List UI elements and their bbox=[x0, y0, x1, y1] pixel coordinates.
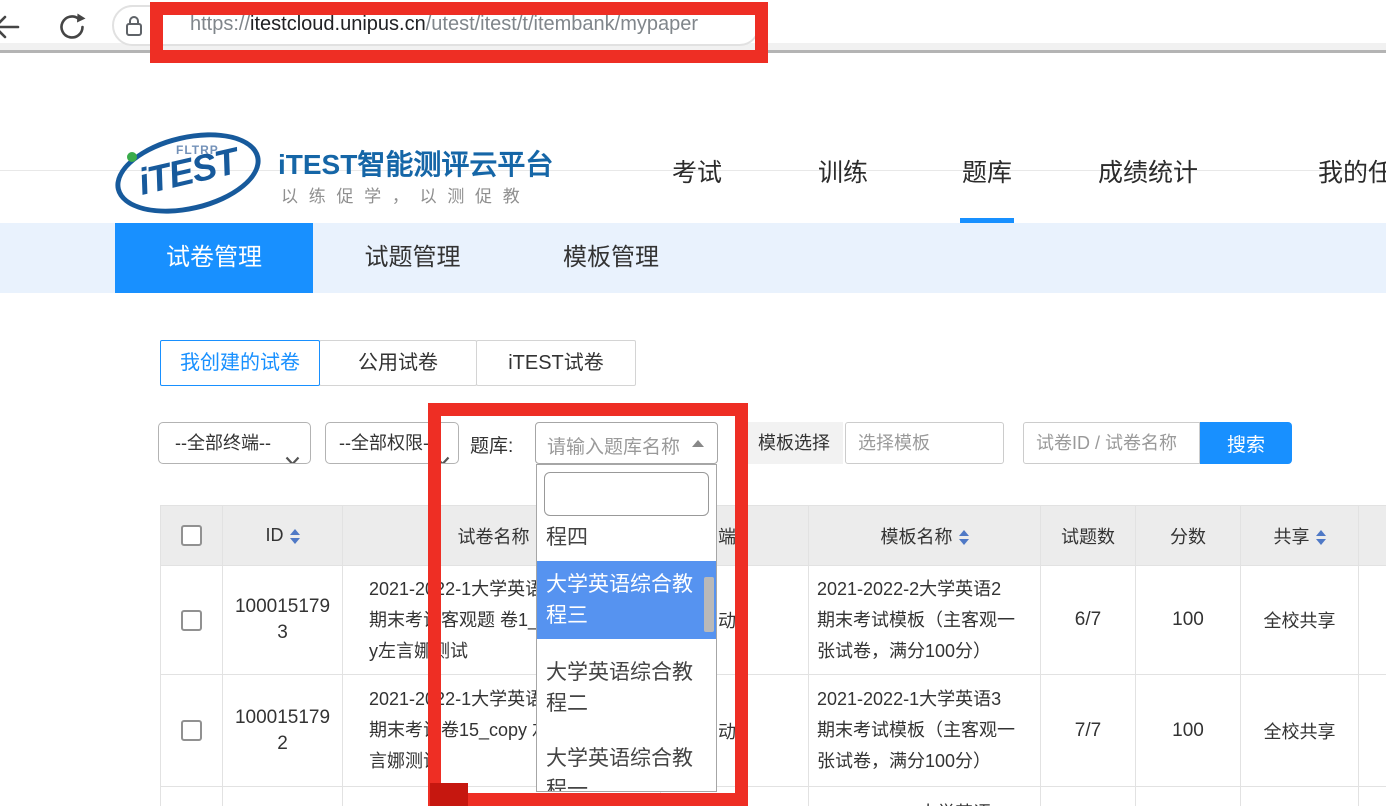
row-checkbox[interactable] bbox=[181, 720, 202, 741]
sort-icon[interactable] bbox=[290, 529, 300, 544]
table-row: 2021-2022-2大学英语 2021-2022-2大学英语2 bbox=[161, 787, 1386, 806]
template-filter-label: 模板选择 bbox=[745, 422, 843, 464]
paper-share: 全校共享 bbox=[1241, 675, 1359, 787]
logo-text: iTEST bbox=[113, 125, 262, 218]
header-select-all bbox=[161, 506, 223, 566]
tab-question-management[interactable]: 试题管理 bbox=[313, 223, 512, 293]
paper-template: 2021-2022-2大学英语2 bbox=[809, 787, 1041, 806]
paper-template: 2021-2022-1大学英语3 期末考试模板（主客观一 张试卷，满分100分） bbox=[809, 675, 1041, 787]
header-extra bbox=[1359, 506, 1386, 566]
paper-search-input[interactable] bbox=[1023, 422, 1200, 464]
sort-icon[interactable] bbox=[959, 530, 969, 545]
row-select-cell bbox=[161, 566, 223, 675]
subtab-itest-papers[interactable]: iTEST试卷 bbox=[476, 340, 636, 386]
select-all-checkbox[interactable] bbox=[181, 525, 202, 546]
bank-option[interactable]: 程四 bbox=[537, 520, 716, 555]
bank-option[interactable]: 大学英语综合教程一 bbox=[537, 737, 716, 792]
back-icon[interactable] bbox=[0, 12, 22, 47]
dropdown-scrollbar-thumb[interactable] bbox=[704, 577, 714, 632]
paper-id: 1000151793 bbox=[223, 566, 343, 675]
paper-question-count bbox=[1041, 787, 1136, 806]
terminal-select-value: --全部终端-- bbox=[175, 433, 271, 453]
chevron-down-icon bbox=[435, 440, 450, 464]
nav-item-my-tasks[interactable]: 我的任务 bbox=[1318, 153, 1386, 189]
bank-filter-label: 题库: bbox=[470, 431, 513, 458]
itembank-tab-bar: 试卷管理 试题管理 模板管理 bbox=[0, 223, 1386, 293]
paper-template: 2021-2022-2大学英语2 期末考试模板（主客观一 张试卷，满分100分） bbox=[809, 566, 1041, 675]
template-select-input[interactable] bbox=[845, 422, 1004, 464]
paper-question-count: 6/7 bbox=[1041, 566, 1136, 675]
url-text[interactable]: https://itestcloud.unipus.cn/utest/itest… bbox=[190, 13, 698, 36]
url-path: /utest/itest/t/itembank/mypaper bbox=[426, 13, 698, 35]
paper-score: 100 bbox=[1136, 675, 1241, 787]
paper-score: 100 bbox=[1136, 566, 1241, 675]
bank-option-selected[interactable]: 大学英语综合教程三 bbox=[537, 561, 716, 639]
table-row: 1000151793 2021-2022-1大学英语 期末考试客观题 卷1_co… bbox=[161, 566, 1386, 675]
nav-item-exam[interactable]: 考试 bbox=[672, 153, 722, 189]
header-score: 分数 bbox=[1136, 506, 1241, 566]
subtab-my-papers[interactable]: 我创建的试卷 bbox=[160, 340, 320, 386]
bank-option[interactable]: 大学英语综合教程二 bbox=[537, 651, 716, 725]
itest-logo: iTEST bbox=[107, 119, 268, 226]
permission-select-value: --全部权限-- bbox=[339, 433, 435, 453]
bank-dropdown-search-input[interactable] bbox=[544, 472, 709, 516]
subtab-public-papers[interactable]: 公用试卷 bbox=[319, 340, 477, 386]
chevron-down-icon bbox=[285, 440, 300, 464]
nav-item-itembank[interactable]: 题库 bbox=[962, 153, 1012, 189]
page: https://itestcloud.unipus.cn/utest/itest… bbox=[0, 0, 1386, 806]
refresh-icon[interactable] bbox=[57, 12, 87, 47]
table-header-row: ID 试卷名称 端 模板名称 试题数 分数 共享 bbox=[161, 506, 1386, 566]
terminal-select[interactable]: --全部终端-- bbox=[158, 422, 311, 464]
header-share[interactable]: 共享 bbox=[1241, 506, 1359, 566]
lock-icon[interactable] bbox=[124, 13, 144, 44]
url-domain: itestcloud.unipus.cn bbox=[250, 13, 426, 35]
chevron-up-icon bbox=[692, 440, 704, 447]
bank-combobox-placeholder: 请输入题库名称 bbox=[547, 432, 680, 459]
bank-combobox[interactable]: 请输入题库名称 bbox=[535, 422, 718, 464]
paper-share: 全校共享 bbox=[1241, 566, 1359, 675]
row-checkbox[interactable] bbox=[181, 610, 202, 631]
sort-icon[interactable] bbox=[1316, 530, 1326, 545]
tab-paper-management[interactable]: 试卷管理 bbox=[115, 223, 313, 293]
site-title: iTEST智能测评云平台 bbox=[278, 143, 553, 183]
paper-question-count: 7/7 bbox=[1041, 675, 1136, 787]
site-header: iTEST FLTRP iTEST智能测评云平台 以 练 促 学 ， 以 测 促… bbox=[0, 53, 1386, 171]
row-select-cell bbox=[161, 675, 223, 787]
paper-extra bbox=[1359, 675, 1386, 787]
nav-item-training[interactable]: 训练 bbox=[818, 153, 868, 189]
paper-id: 1000151792 bbox=[223, 675, 343, 787]
paper-score bbox=[1136, 787, 1241, 806]
header-template-name[interactable]: 模板名称 bbox=[809, 506, 1041, 566]
paper-share bbox=[1241, 787, 1359, 806]
paper-scope-switch: 我创建的试卷 公用试卷 iTEST试卷 bbox=[160, 340, 636, 386]
url-scheme: https:// bbox=[190, 13, 250, 35]
tab-template-management[interactable]: 模板管理 bbox=[512, 223, 710, 293]
paper-extra bbox=[1359, 566, 1386, 675]
header-id[interactable]: ID bbox=[223, 506, 343, 566]
permission-select[interactable]: --全部权限-- bbox=[325, 422, 459, 464]
paper-table: ID 试卷名称 端 模板名称 试题数 分数 共享 1000151793 2021… bbox=[160, 505, 1386, 806]
logo-green-dot-icon bbox=[127, 152, 137, 162]
annotation-corner-mark bbox=[430, 783, 468, 806]
search-button[interactable]: 搜索 bbox=[1200, 422, 1292, 464]
row-select-cell bbox=[161, 787, 223, 806]
table-row: 1000151792 2021-2022-1大学英语 期末考试卷15_copy … bbox=[161, 675, 1386, 787]
nav-item-score-stats[interactable]: 成绩统计 bbox=[1098, 153, 1198, 189]
browser-toolbar: https://itestcloud.unipus.cn/utest/itest… bbox=[0, 0, 1386, 53]
paper-id bbox=[223, 787, 343, 806]
header-question-count: 试题数 bbox=[1041, 506, 1136, 566]
paper-extra bbox=[1359, 787, 1386, 806]
bank-dropdown-panel: 程四 大学英语综合教程三 大学英语综合教程二 大学英语综合教程一 bbox=[536, 464, 717, 792]
site-slogan: 以 练 促 学 ， 以 测 促 教 bbox=[281, 182, 523, 207]
logo-fltrp-text: FLTRP bbox=[176, 143, 219, 157]
